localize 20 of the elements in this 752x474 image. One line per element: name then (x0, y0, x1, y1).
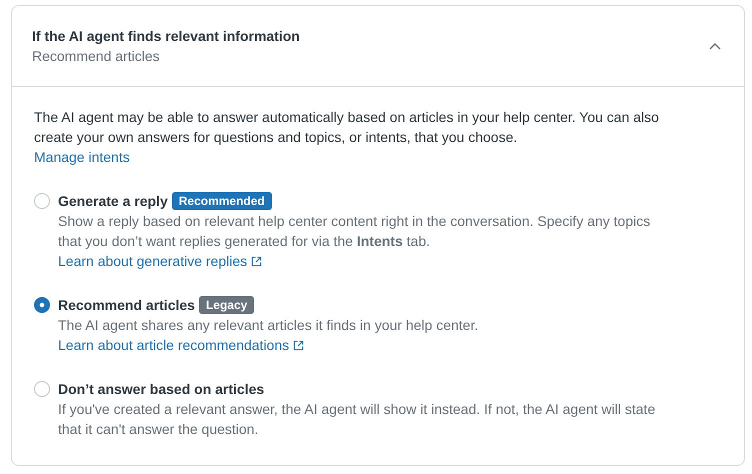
option-label: Don’t answer based on articles (58, 380, 264, 399)
radio-button[interactable] (34, 297, 50, 313)
option-label: Generate a reply (58, 192, 168, 211)
option-description: Show a reply based on relevant help center content right in the conversation. Specify any topics that you don’t want replies generated for via the Intents tab. (58, 212, 652, 251)
intro-paragraph: The AI agent may be able to answer automatically based on articles in your help center. You can also create your own answers for questions and topics, or intents, that you choose. (34, 108, 659, 147)
external-link-icon (293, 340, 304, 351)
collapse-chevron-icon[interactable] (709, 42, 721, 50)
option-description: The AI agent shares any relevant articles it finds in your help center. (58, 316, 478, 335)
option-tag: Recommended (172, 192, 272, 210)
radio-button[interactable] (34, 193, 50, 209)
option-description: If you've created a relevant answer, the AI agent will show it instead. If not, the AI agent will state that it can't answer the question. (58, 400, 656, 439)
panel-title: If the AI agent finds relevant information (32, 27, 300, 46)
manage-intents-link[interactable]: Manage intents (34, 147, 130, 167)
learn-more-link[interactable]: Learn about generative replies (58, 251, 262, 271)
external-link-icon (251, 256, 262, 267)
learn-more-link[interactable]: Learn about article recommendations (58, 335, 304, 355)
option-tag: Legacy (198, 296, 254, 314)
panel-subtitle: Recommend articles (32, 47, 161, 66)
radio-button[interactable] (34, 381, 50, 397)
option-label: Recommend articles (58, 296, 195, 315)
